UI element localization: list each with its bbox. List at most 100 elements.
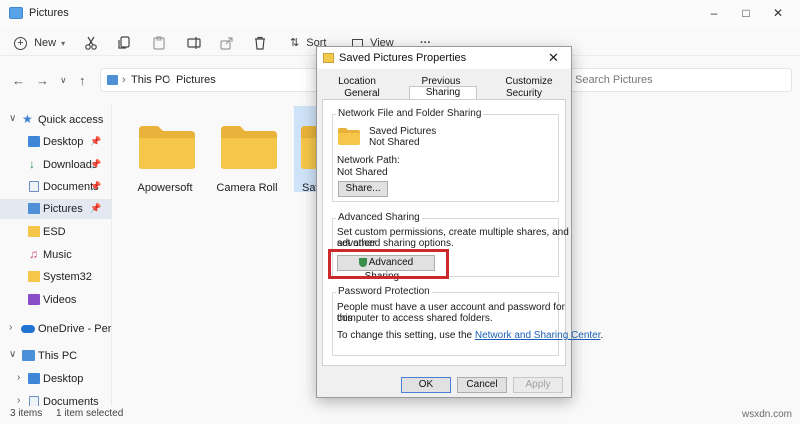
breadcrumb-separator-icon: › <box>122 74 126 86</box>
rename-icon <box>187 37 201 50</box>
dialog-title: Saved Pictures Properties <box>339 52 467 64</box>
sidebar-item-quick-access[interactable]: ∨ ★ Quick access <box>0 110 111 130</box>
rename-button[interactable] <box>187 34 201 52</box>
pictures-location-icon <box>107 75 118 85</box>
sidebar-item-label: ESD <box>43 226 66 238</box>
pin-icon: 📌 <box>90 181 102 191</box>
sidebar-item-pictures[interactable]: Pictures 📌 <box>0 199 111 219</box>
sidebar-item-label: Desktop <box>43 373 84 385</box>
password-protection-description-2: computer to access shared folders. <box>337 313 493 324</box>
status-bar: 3 items 1 item selected <box>0 406 800 424</box>
sidebar-item-onedrive[interactable]: › OneDrive - Perso <box>0 319 112 339</box>
password-protection-heading: Password Protection <box>336 286 432 297</box>
dialog-close-button[interactable]: ✕ <box>548 50 559 66</box>
network-sharing-heading: Network File and Folder Sharing <box>336 108 484 119</box>
sidebar-item-label: Videos <box>43 294 77 306</box>
desktop-icon <box>28 373 40 384</box>
computer-icon <box>22 350 35 361</box>
copy-icon <box>118 36 130 49</box>
breadcrumb-pictures[interactable]: Pictures <box>176 74 216 86</box>
folder-item[interactable]: Apowersoft <box>130 114 200 194</box>
sidebar-item-documents[interactable]: Documents 📌 <box>0 177 111 197</box>
sidebar-item-this-pc-desktop[interactable]: › Desktop <box>0 369 111 389</box>
shared-folder-icon <box>338 128 360 145</box>
change-setting-prefix: To change this setting, use the <box>337 330 473 341</box>
chevron-down-icon: ∨ <box>9 113 17 124</box>
recent-locations-chevron-icon[interactable]: ∨ <box>60 75 67 86</box>
share-button[interactable]: Share... <box>338 181 388 197</box>
close-button[interactable]: ✕ <box>766 4 790 22</box>
sidebar-item-label: Quick access <box>38 114 104 126</box>
tab-sharing[interactable]: Sharing <box>409 86 477 100</box>
network-path-value: Not Shared <box>337 167 388 178</box>
network-path-label: Network Path: <box>337 155 400 166</box>
chevron-down-icon: ▾ <box>61 39 66 48</box>
breadcrumb-this-pc[interactable]: This PC <box>131 74 170 86</box>
sidebar-item-esd[interactable]: ESD <box>0 222 111 242</box>
paste-button[interactable] <box>152 34 166 52</box>
music-icon: ♫ <box>29 247 38 261</box>
plus-icon: + <box>14 36 27 50</box>
change-setting-text: To change this setting, use the Network … <box>337 330 603 341</box>
folder-name: Camera Roll <box>216 182 278 194</box>
folder-item[interactable]: Camera Roll <box>212 114 282 194</box>
up-arrow-icon[interactable]: ↑ <box>79 73 86 88</box>
forward-arrow-icon[interactable]: → <box>36 73 49 88</box>
cut-button[interactable] <box>84 34 98 52</box>
pin-icon: 📌 <box>90 159 102 169</box>
back-arrow-icon[interactable]: ← <box>12 73 25 88</box>
watermark: wsxdn.com <box>742 409 793 420</box>
share-button[interactable] <box>220 34 234 52</box>
ok-button[interactable]: OK <box>401 377 451 393</box>
trash-icon <box>255 36 265 50</box>
cancel-button[interactable]: Cancel <box>457 377 507 393</box>
star-icon: ★ <box>22 112 33 126</box>
copy-button[interactable] <box>117 34 131 52</box>
sidebar-item-label: System32 <box>43 271 92 283</box>
sidebar-item-this-pc-documents[interactable]: › Documents <box>0 392 111 406</box>
sidebar-item-label: Documents <box>43 396 99 406</box>
dialog-title-bar: Saved Pictures Properties ✕ <box>317 47 571 69</box>
minimize-button[interactable]: – <box>702 4 726 22</box>
sidebar-item-label: OneDrive - Perso <box>38 323 112 335</box>
sidebar-item-system32[interactable]: System32 <box>0 267 111 287</box>
sidebar-item-label: Pictures <box>43 203 83 215</box>
advanced-sharing-description-2: advanced sharing options. <box>337 238 454 249</box>
sidebar-item-this-pc[interactable]: ∨ This PC <box>0 346 111 366</box>
new-button[interactable]: + New ▾ <box>14 34 65 52</box>
sidebar-item-label: Desktop <box>43 136 84 148</box>
network-and-sharing-center-link[interactable]: Network and Sharing Center <box>475 330 601 341</box>
chevron-right-icon: › <box>17 372 21 383</box>
cloud-icon <box>21 325 35 333</box>
folder-name: Apowersoft <box>137 182 193 194</box>
change-setting-suffix: . <box>600 330 604 341</box>
chevron-right-icon: › <box>17 395 21 406</box>
shared-folder-state: Not Shared <box>369 137 420 148</box>
sidebar-item-label: Music <box>43 249 72 261</box>
sidebar-item-desktop[interactable]: Desktop 📌 <box>0 132 111 152</box>
share-icon <box>220 37 233 50</box>
sidebar-item-downloads[interactable]: ↓ Downloads 📌 <box>0 155 111 175</box>
maximize-button[interactable]: □ <box>734 4 758 22</box>
folder-icon <box>221 126 277 169</box>
advanced-sharing-heading: Advanced Sharing <box>336 212 422 223</box>
new-label: New <box>34 37 57 49</box>
properties-dialog: Saved Pictures Properties ✕ Location Pre… <box>316 46 603 398</box>
clipboard-icon <box>153 36 165 50</box>
breadcrumb-separator-icon: › <box>167 74 171 86</box>
folder-icon <box>323 53 334 63</box>
window-title: Pictures <box>29 7 69 19</box>
title-bar: Pictures – □ ✕ <box>0 0 800 26</box>
apply-button[interactable]: Apply <box>513 377 563 393</box>
pictures-folder-icon <box>9 7 23 19</box>
selection-count: 1 item selected <box>56 408 124 419</box>
sidebar-item-music[interactable]: ♫ Music <box>0 245 111 265</box>
delete-button[interactable] <box>253 34 267 52</box>
folder-icon <box>28 271 40 282</box>
folder-icon <box>28 226 40 237</box>
sidebar-item-videos[interactable]: Videos <box>0 290 111 310</box>
search-input[interactable]: Search Pictures <box>566 68 792 92</box>
pin-icon: 📌 <box>90 136 102 146</box>
sidebar-item-label: This PC <box>38 350 78 362</box>
download-icon: ↓ <box>29 157 35 171</box>
